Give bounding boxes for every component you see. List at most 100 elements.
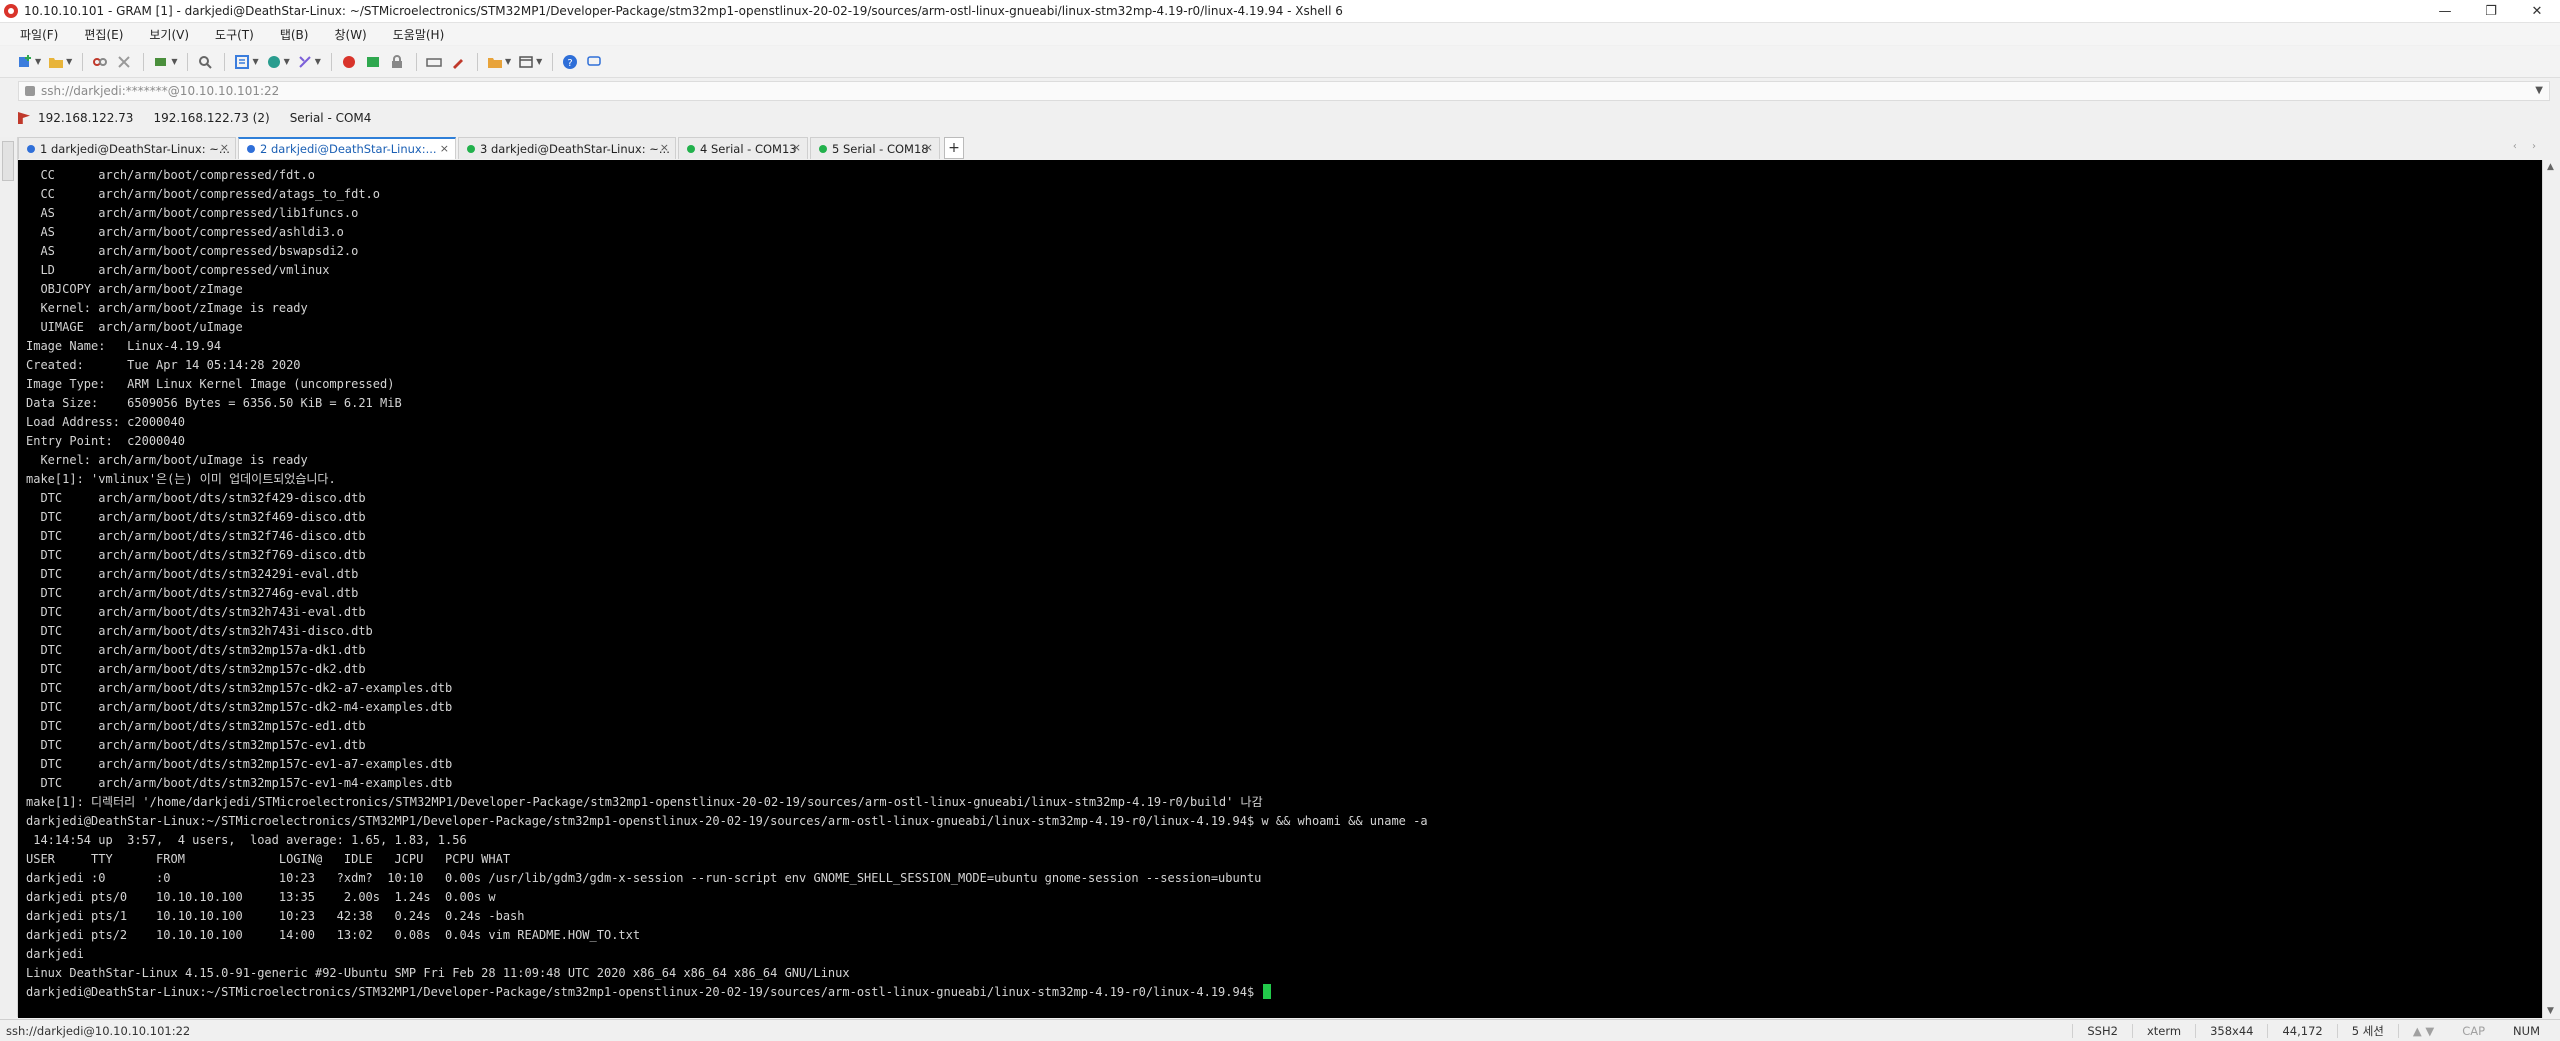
terminal-line: DTC arch/arm/boot/dts/stm32mp157c-ed1.dt… <box>26 717 1428 736</box>
terminal-line-text: AS arch/arm/boot/compressed/lib1funcs.o <box>26 206 359 220</box>
script-icon[interactable] <box>294 51 316 73</box>
terminal-line-text: Created: Tue Apr 14 05:14:28 2020 <box>26 358 301 372</box>
terminal-line: darkjedi pts/0 10.10.10.100 13:35 2.00s … <box>26 888 1428 907</box>
menu-tools[interactable]: 도구(T) <box>197 26 262 43</box>
connect-icon[interactable] <box>89 51 111 73</box>
terminal-line: Load Address: c2000040 <box>26 413 1428 432</box>
tab-status-icon <box>687 144 695 153</box>
menu-view[interactable]: 보기(V) <box>131 26 197 43</box>
terminal-line-text: DTC arch/arm/boot/dts/stm32mp157c-ev1-a7… <box>26 757 453 771</box>
script-dropdown-icon[interactable]: ▼ <box>315 57 321 66</box>
terminal-scrollbar[interactable]: ▲ ▼ <box>2542 160 2560 1018</box>
tab-status-icon <box>819 144 827 153</box>
keyboard-icon[interactable] <box>423 51 445 73</box>
terminal-area[interactable]: CC arch/arm/boot/compressed/fdt.o CC arc… <box>18 160 2542 1018</box>
terminal-line: darkjedi@DeathStar-Linux:~/STMicroelectr… <box>26 983 1428 1002</box>
folder-dropdown-icon[interactable]: ▼ <box>505 57 511 66</box>
terminal-line-text: DTC arch/arm/boot/dts/stm32f429-disco.dt… <box>26 491 366 505</box>
menu-window[interactable]: 창(W) <box>316 26 374 43</box>
open-dropdown-icon[interactable]: ▼ <box>66 57 72 66</box>
terminal-line: darkjedi :0 :0 10:23 ?xdm? 10:10 0.00s /… <box>26 869 1428 888</box>
terminal-line: Image Name: Linux-4.19.94 <box>26 337 1428 356</box>
maximize-button[interactable]: ❐ <box>2468 0 2514 22</box>
terminal-line: DTC arch/arm/boot/dts/stm32mp157c-ev1.dt… <box>26 736 1428 755</box>
terminal-line: DTC arch/arm/boot/dts/stm32429i-eval.dtb <box>26 565 1428 584</box>
toolbar-separator <box>415 52 417 71</box>
tab-close-icon[interactable]: × <box>220 141 229 154</box>
terminal-line: DTC arch/arm/boot/dts/stm32h743i-disco.d… <box>26 622 1428 641</box>
lock-icon[interactable] <box>386 51 408 73</box>
highlight-icon[interactable] <box>447 51 469 73</box>
tab-close-icon[interactable]: × <box>792 141 801 154</box>
disconnect-icon[interactable] <box>113 51 135 73</box>
terminal-line-text: make[1]: 디렉터리 '/home/darkjedi/STMicroele… <box>26 795 1263 809</box>
terminal-line-text: Image Name: Linux-4.19.94 <box>26 339 222 353</box>
status-arrows-icon[interactable]: ▲ ▼ <box>2397 1023 2448 1038</box>
tab-session-1[interactable]: 1 darkjedi@DeathStar-Linux: ~... × <box>18 137 236 159</box>
globe-dropdown-icon[interactable]: ▼ <box>284 57 290 66</box>
help-icon[interactable]: ? <box>559 51 581 73</box>
terminal-line: DTC arch/arm/boot/dts/stm32f769-disco.dt… <box>26 546 1428 565</box>
terminal-line-text: DTC arch/arm/boot/dts/stm32mp157a-dk1.dt… <box>26 643 366 657</box>
tab-close-icon[interactable]: × <box>924 141 933 154</box>
new-session-dropdown-icon[interactable]: ▼ <box>35 57 41 66</box>
link-session-1[interactable]: 192.168.122.73 <box>38 111 133 125</box>
reconnect-icon[interactable] <box>150 51 172 73</box>
folder-icon[interactable] <box>484 51 506 73</box>
scroll-down-icon[interactable]: ▼ <box>2547 1006 2554 1016</box>
terminal-line: Kernel: arch/arm/boot/uImage is ready <box>26 451 1428 470</box>
terminal-line-text: AS arch/arm/boot/compressed/ashldi3.o <box>26 225 344 239</box>
terminal-line-text: UIMAGE arch/arm/boot/uImage <box>26 320 243 334</box>
open-folder-icon[interactable] <box>45 51 67 73</box>
address-dropdown-icon[interactable]: ▼ <box>2535 85 2543 96</box>
tab-status-icon <box>27 144 35 153</box>
new-tab-button[interactable]: + <box>944 137 964 159</box>
chat-icon[interactable] <box>583 51 605 73</box>
layout-dropdown-icon[interactable]: ▼ <box>536 57 542 66</box>
menu-help[interactable]: 도움말(H) <box>375 26 453 43</box>
address-input[interactable]: ssh://darkjedi:*******@10.10.10.101:22 <box>41 84 279 98</box>
status-right-group: SSH2 xterm 358x44 44,172 5 세션 ▲ ▼ CAP NU… <box>2072 1020 2554 1041</box>
tab-close-icon[interactable]: × <box>440 142 449 155</box>
address-bar[interactable]: ssh://darkjedi:*******@10.10.10.101:22 ▼ <box>18 81 2550 101</box>
find-icon[interactable] <box>194 51 216 73</box>
new-session-icon[interactable] <box>14 51 36 73</box>
tab-scroll-arrows[interactable]: ‹ › <box>2513 141 2542 152</box>
properties-dropdown-icon[interactable]: ▼ <box>252 57 258 66</box>
transfer-icon[interactable] <box>362 51 384 73</box>
link-serial-com4[interactable]: Serial - COM4 <box>290 111 372 125</box>
terminal-line: Kernel: arch/arm/boot/zImage is ready <box>26 299 1428 318</box>
xftp-icon[interactable] <box>338 51 360 73</box>
terminal-line: darkjedi pts/2 10.10.10.100 14:00 13:02 … <box>26 926 1428 945</box>
menu-file[interactable]: 파일(F) <box>0 26 66 43</box>
status-num-lock: NUM <box>2513 1023 2540 1038</box>
tab-close-icon[interactable]: × <box>660 141 669 154</box>
terminal-line-text: DTC arch/arm/boot/dts/stm32mp157c-dk2.dt… <box>26 662 366 676</box>
tab-label: 2 darkjedi@DeathStar-Linux:... <box>260 142 437 156</box>
terminal-line-text: Kernel: arch/arm/boot/zImage is ready <box>26 301 308 315</box>
session-manager-tab[interactable] <box>2 141 14 181</box>
menu-tab[interactable]: 탭(B) <box>262 26 317 43</box>
terminal-line-text: USER TTY FROM LOGIN@ IDLE JCPU PCPU WHAT <box>26 852 511 866</box>
reconnect-dropdown-icon[interactable]: ▼ <box>171 57 177 66</box>
properties-icon[interactable] <box>231 51 253 73</box>
tab-session-2[interactable]: 2 darkjedi@DeathStar-Linux:... × <box>238 137 456 159</box>
close-button[interactable]: ✕ <box>2514 0 2560 22</box>
terminal-output: CC arch/arm/boot/compressed/fdt.o CC arc… <box>26 166 1428 1002</box>
link-session-2[interactable]: 192.168.122.73 (2) <box>153 111 269 125</box>
tab-session-3[interactable]: 3 darkjedi@DeathStar-Linux: ~... × <box>458 137 676 159</box>
layout-icon[interactable] <box>515 51 537 73</box>
terminal-line-text: Image Type: ARM Linux Kernel Image (unco… <box>26 377 395 391</box>
terminal-line: USER TTY FROM LOGIN@ IDLE JCPU PCPU WHAT <box>26 850 1428 869</box>
tab-serial-com18[interactable]: 5 Serial - COM18 × <box>810 137 940 159</box>
menu-edit[interactable]: 편집(E) <box>66 26 131 43</box>
minimize-button[interactable]: — <box>2422 0 2468 22</box>
globe-icon[interactable] <box>263 51 285 73</box>
scroll-up-icon[interactable]: ▲ <box>2547 162 2554 172</box>
terminal-line: darkjedi pts/1 10.10.10.100 10:23 42:38 … <box>26 907 1428 926</box>
tab-serial-com13[interactable]: 4 Serial - COM13 × <box>678 137 808 159</box>
window-controls: — ❐ ✕ <box>2422 0 2560 22</box>
terminal-line: make[1]: 디렉터리 '/home/darkjedi/STMicroele… <box>26 793 1428 812</box>
status-cursor-position: 44,172 <box>2267 1023 2336 1038</box>
terminal-line: DTC arch/arm/boot/dts/stm32f746-disco.dt… <box>26 527 1428 546</box>
